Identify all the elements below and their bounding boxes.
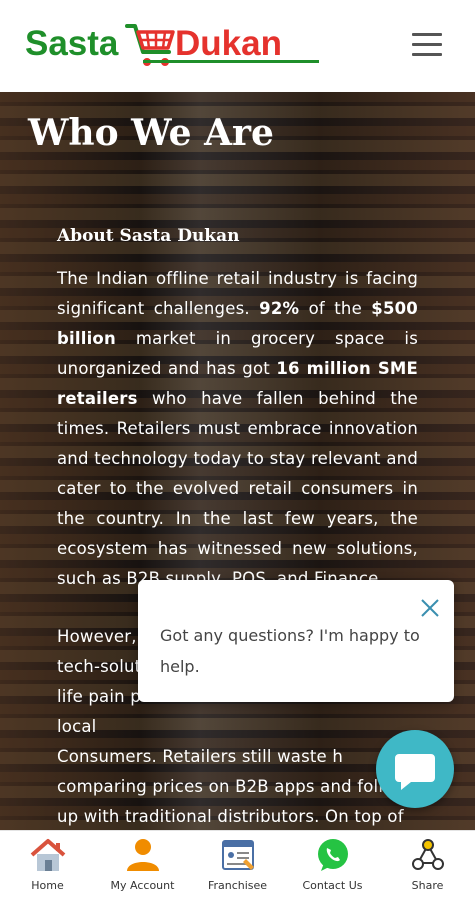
franchisee-icon — [221, 840, 254, 870]
chat-message: Got any questions? I'm happy to help. — [160, 626, 420, 676]
logo-underline — [143, 60, 319, 63]
share-icon — [411, 839, 444, 870]
bottom-navigation: Home My Account Franchisee Contact Us Sh… — [0, 830, 475, 901]
chat-launcher-button[interactable] — [376, 730, 454, 808]
user-icon — [126, 839, 159, 871]
page-title: Who We Are — [28, 112, 274, 154]
nav-contact-us[interactable]: Contact Us — [285, 837, 380, 897]
nav-my-account[interactable]: My Account — [95, 837, 190, 897]
sasta-dukan-logo[interactable]: Sasta Dukan — [25, 18, 325, 74]
logo-text-sasta: Sasta — [25, 24, 119, 63]
whatsapp-icon — [317, 839, 348, 871]
close-icon[interactable] — [418, 596, 442, 620]
about-heading: About Sasta Dukan — [57, 226, 240, 246]
hamburger-menu-icon — [412, 33, 442, 36]
app-header: Sasta Dukan — [0, 0, 475, 92]
logo-text-dukan: Dukan — [175, 24, 282, 63]
home-icon — [30, 839, 65, 871]
nav-franchisee[interactable]: Franchisee — [190, 837, 285, 897]
nav-home[interactable]: Home — [0, 837, 95, 897]
about-paragraph: The Indian offline retail industry is fa… — [57, 269, 418, 588]
chat-bubble-icon — [395, 754, 435, 790]
shopping-cart-icon — [125, 24, 175, 66]
chat-popup[interactable]: Got any questions? I'm happy to help. — [138, 580, 454, 702]
nav-share[interactable]: Share — [380, 837, 475, 897]
who-we-are-section: Who We Are About Sasta Dukan The Indian … — [0, 92, 475, 830]
hamburger-menu-button[interactable] — [410, 33, 444, 59]
